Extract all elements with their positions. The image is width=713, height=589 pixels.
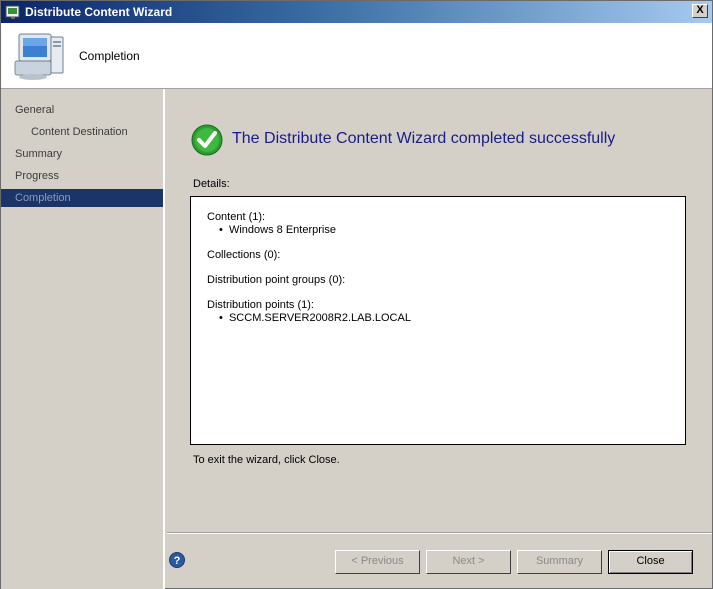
- main-content: The Distribute Content Wizard completed …: [167, 89, 712, 533]
- dp-title: Distribution points (1):: [207, 299, 314, 311]
- page-title: Completion: [79, 49, 140, 63]
- dp-item: • SCCM.SERVER2008R2.LAB.LOCAL: [219, 312, 411, 324]
- svg-text:?: ?: [174, 555, 181, 567]
- wizard-app-icon: [5, 5, 20, 19]
- content-item-text: Windows 8 Enterprise: [228, 224, 336, 236]
- content-title: Content (1):: [207, 211, 266, 223]
- sidebar-item-general[interactable]: General: [1, 101, 163, 119]
- content-group: Content (1): • Windows 8 Enterprise: [207, 211, 669, 237]
- close-button[interactable]: Close: [608, 550, 693, 574]
- next-button[interactable]: Next >: [426, 550, 511, 574]
- exit-instruction: To exit the wizard, click Close.: [193, 454, 340, 466]
- window-title: Distribute Content Wizard: [25, 5, 173, 19]
- checkmark-icon: [191, 124, 223, 156]
- sidebar-item-summary[interactable]: Summary: [1, 145, 163, 163]
- previous-button[interactable]: < Previous: [335, 550, 420, 574]
- wizard-sidebar: General Content Destination Summary Prog…: [1, 89, 165, 589]
- wizard-header: Completion: [1, 23, 712, 89]
- summary-button[interactable]: Summary: [517, 550, 602, 574]
- wizard-window: Distribute Content Wizard X Completion G…: [0, 0, 713, 589]
- footer-separator: [167, 532, 712, 534]
- collections-title: Collections (0):: [207, 249, 281, 261]
- dp-item-text: SCCM.SERVER2008R2.LAB.LOCAL: [228, 312, 411, 324]
- success-message: The Distribute Content Wizard completed …: [232, 130, 616, 147]
- collections-group: Collections (0):: [207, 249, 669, 262]
- details-label: Details:: [193, 178, 230, 190]
- content-item: • Windows 8 Enterprise: [219, 224, 336, 236]
- dp-group: Distribution points (1): • SCCM.SERVER20…: [207, 299, 669, 325]
- sidebar-item-content-destination[interactable]: Content Destination: [1, 123, 163, 141]
- sidebar-item-completion[interactable]: Completion: [1, 189, 163, 207]
- close-window-button[interactable]: X: [692, 4, 708, 18]
- computer-icon: [14, 33, 64, 80]
- details-box[interactable]: Content (1): • Windows 8 Enterprise Coll…: [190, 196, 686, 445]
- dp-groups-group: Distribution point groups (0):: [207, 274, 669, 287]
- title-bar[interactable]: Distribute Content Wizard X: [1, 1, 712, 23]
- sidebar-item-progress[interactable]: Progress: [1, 167, 163, 185]
- dp-groups-title: Distribution point groups (0):: [207, 274, 346, 286]
- help-icon[interactable]: ?: [169, 552, 185, 568]
